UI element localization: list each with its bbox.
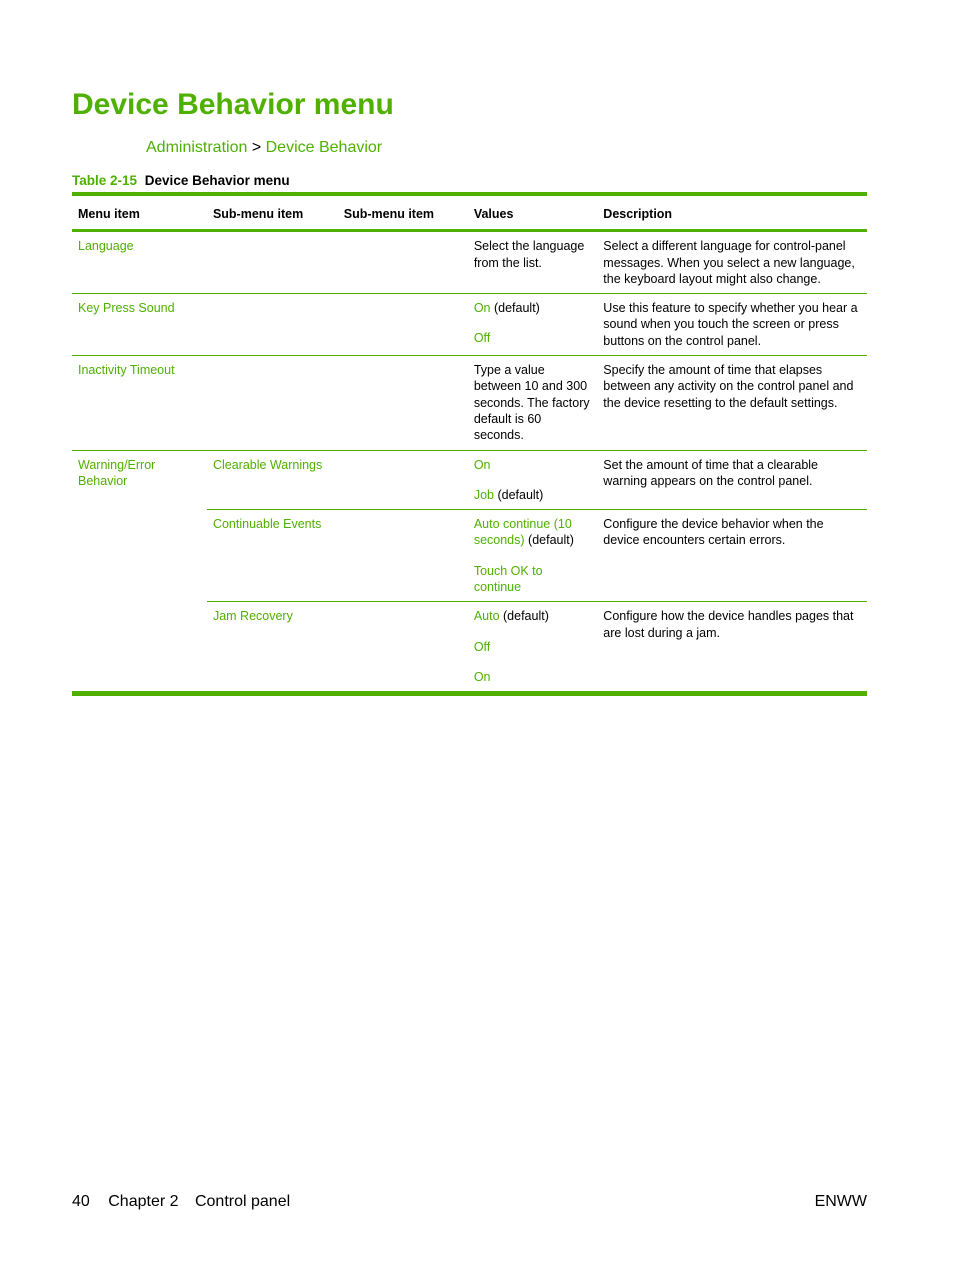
description-cell: Configure the device behavior when the d… <box>597 509 867 603</box>
page-title: Device Behavior menu <box>72 88 394 121</box>
values-cell: On (default) Off <box>468 294 597 356</box>
description-cell: Select a different language for control-… <box>603 239 855 286</box>
sub-item-cell <box>337 509 468 603</box>
values-cell: Auto continue (10 seconds) (default) Tou… <box>467 509 598 603</box>
description-cell: Use this feature to specify whether you … <box>603 301 858 348</box>
value-option-on[interactable]: On <box>474 301 491 315</box>
sub-item-cell <box>337 450 468 511</box>
value-option: On <box>474 457 591 473</box>
value-option-off[interactable]: Off <box>474 640 490 654</box>
sub-item-cell <box>338 294 468 356</box>
sub-item-cell <box>207 356 338 450</box>
default-marker: (default) <box>493 301 540 316</box>
value-option: Job (default) <box>474 487 591 503</box>
value-option: Auto (default) <box>474 608 591 624</box>
sub-item-clearable-warnings[interactable]: Clearable Warnings <box>206 450 338 511</box>
table-row: Inactivity Timeout Type a value between … <box>72 356 867 451</box>
value-option: Auto continue (10 seconds) (default) <box>474 516 591 549</box>
value-option-on[interactable]: On <box>474 670 491 684</box>
breadcrumb-administration-link[interactable]: Administration <box>146 139 247 156</box>
header-values: Values <box>473 207 514 221</box>
values-cell: Select the language from the list. <box>473 239 585 270</box>
page-footer: 40 Chapter 2 Control panel ENWW <box>72 1193 867 1211</box>
sub-item-cell <box>338 602 468 694</box>
page-number: 40 <box>72 1193 90 1210</box>
sub-item-continuable-events[interactable]: Continuable Events <box>206 509 338 603</box>
values-cell: On Job (default) <box>467 450 598 511</box>
footer-left: 40 Chapter 2 Control panel <box>72 1193 304 1211</box>
value-option: Off <box>474 330 591 346</box>
table-caption-title: Device Behavior menu <box>144 173 290 188</box>
header-description: Description <box>603 207 673 221</box>
value-option: On <box>474 669 591 685</box>
table-row: Warning/Error Behavior Clearable Warning… <box>72 450 867 695</box>
value-option-job[interactable]: Job <box>474 488 494 502</box>
default-marker: (default) <box>528 533 574 548</box>
footer-right-label: ENWW <box>814 1193 867 1210</box>
value-option: Touch OK to continue <box>474 563 591 596</box>
breadcrumb-separator: > <box>251 139 262 156</box>
sub-item-cell <box>338 231 468 294</box>
device-behavior-table: Menu item Sub-menu item Sub-menu item Va… <box>72 192 867 696</box>
values-cell: Auto (default) Off On <box>468 602 597 694</box>
value-option-off[interactable]: Off <box>474 331 490 345</box>
default-marker: (default) <box>503 609 549 624</box>
breadcrumb-device-behavior-link[interactable]: Device Behavior <box>266 139 383 156</box>
value-option: Off <box>474 639 591 655</box>
footer-chapter: Chapter 2 <box>108 1193 179 1210</box>
description-cell: Specify the amount of time that elapses … <box>603 363 854 410</box>
description-cell: Configure how the device handles pages t… <box>603 609 854 640</box>
value-option-on[interactable]: On <box>474 458 491 472</box>
value-option: On (default) <box>474 300 591 316</box>
sub-item-jam-recovery[interactable]: Jam Recovery <box>207 602 338 694</box>
table-row: Language Select the language from the li… <box>72 231 867 294</box>
menu-item-inactivity-timeout[interactable]: Inactivity Timeout <box>72 356 207 450</box>
header-sub-menu-item-1: Sub-menu item <box>212 207 304 221</box>
table-row: Key Press Sound On (default) Off Use thi… <box>72 294 867 356</box>
header-menu-item: Menu item <box>78 207 140 221</box>
table-number: Table 2-15 <box>72 173 138 188</box>
table-header-row: Menu item Sub-menu item Sub-menu item Va… <box>72 194 867 231</box>
value-option-touch-ok[interactable]: Touch OK to continue <box>474 564 543 594</box>
description-cell: Set the amount of time that a clearable … <box>597 450 867 511</box>
sub-item-cell <box>207 231 338 294</box>
menu-item-warning-error-behavior[interactable]: Warning/Error Behavior <box>72 450 207 695</box>
menu-item-language[interactable]: Language <box>72 231 207 294</box>
sub-item-cell <box>338 356 468 450</box>
values-cell: Type a value between 10 and 300 seconds.… <box>473 363 590 443</box>
table-caption: Table 2-15 Device Behavior menu <box>72 173 290 188</box>
breadcrumb: Administration > Device Behavior <box>146 139 382 157</box>
default-marker: (default) <box>497 487 544 502</box>
sub-item-cell <box>207 294 338 356</box>
footer-section: Control panel <box>194 1193 291 1210</box>
value-option-auto[interactable]: Auto <box>474 609 500 623</box>
menu-item-key-press-sound[interactable]: Key Press Sound <box>72 294 207 356</box>
header-sub-menu-item-2: Sub-menu item <box>343 207 435 221</box>
